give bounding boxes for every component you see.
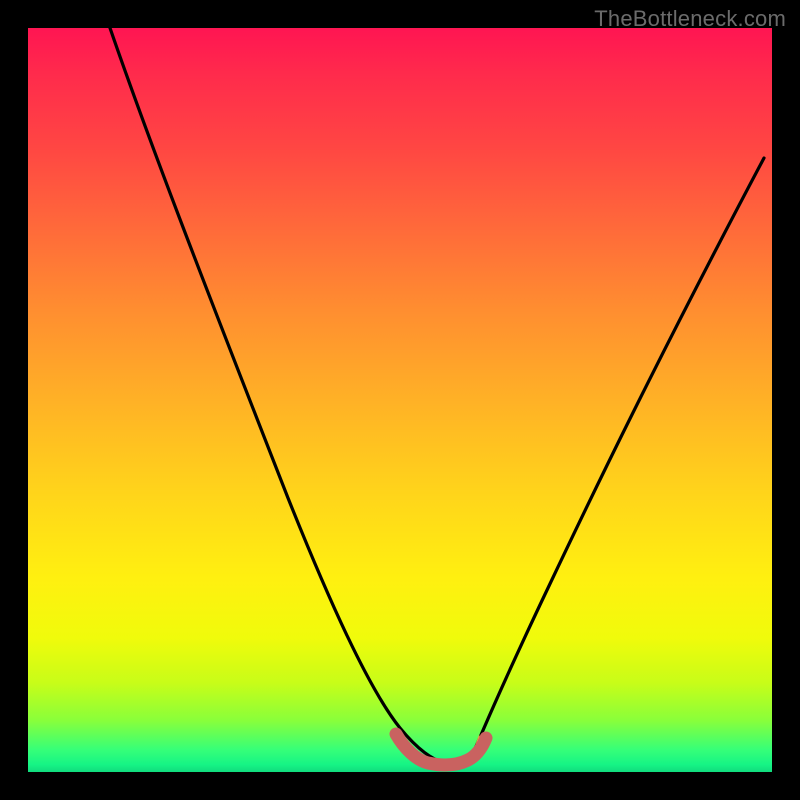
chart-frame: TheBottleneck.com — [0, 0, 800, 800]
curve-layer — [28, 28, 772, 772]
bottleneck-curve-path — [110, 28, 764, 763]
watermark-text: TheBottleneck.com — [594, 6, 786, 32]
plot-area — [28, 28, 772, 772]
